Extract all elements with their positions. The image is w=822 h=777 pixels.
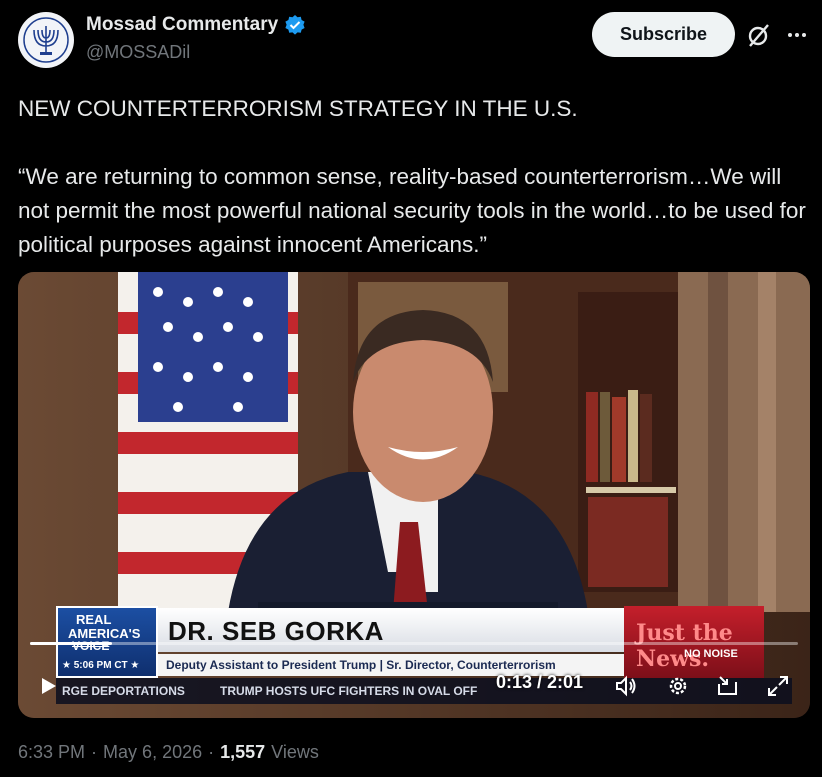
news-logo-title: Just the News. [636, 620, 733, 672]
tweet-date[interactable]: May 6, 2026 [103, 742, 202, 763]
meta-separator: · [91, 742, 98, 762]
menorah-seal-icon [19, 13, 73, 67]
video-player[interactable]: REAL AMERICA'S VOICE ★ 5:06 PM CT ★ DR. … [18, 272, 810, 718]
more-dots-icon[interactable] [786, 24, 808, 46]
tweet-headline: NEW COUNTERTERRORISM STRATEGY IN THE U.S… [18, 96, 578, 121]
play-icon[interactable] [38, 676, 58, 696]
meta-separator-2: · [208, 742, 215, 762]
minimize-icon[interactable] [716, 674, 740, 698]
video-time-readout: 0:13 / 2:01 [496, 672, 584, 692]
chyron-title: Deputy Assistant to President Trump | Sr… [166, 658, 556, 672]
fullscreen-icon[interactable] [766, 674, 790, 698]
author-handle[interactable]: @MOSSADil [86, 42, 190, 63]
tweet-quote: “We are returning to common sense, reali… [18, 164, 806, 257]
subscribe-button[interactable]: Subscribe [592, 12, 735, 57]
ticker-right: TRUMP HOSTS UFC FIGHTERS IN OVAL OFF [220, 684, 478, 698]
ticker-left: RGE DEPORTATIONS [62, 684, 185, 698]
video-progress-fill [30, 642, 113, 645]
volume-icon[interactable] [614, 674, 638, 698]
brand-line-1: REAL [76, 612, 112, 627]
grok-slash-icon[interactable] [746, 22, 772, 48]
verified-badge-icon [285, 15, 305, 35]
video-progress-bar[interactable] [30, 642, 798, 645]
tweet-time[interactable]: 6:33 PM [18, 742, 85, 763]
news-logo-tagline: NO NOISE [684, 648, 738, 660]
author-display-name[interactable]: Mossad Commentary [86, 14, 278, 36]
author-avatar[interactable] [18, 12, 74, 68]
views-label: Views [271, 742, 319, 762]
settings-gear-icon[interactable] [666, 674, 690, 698]
tweet-text: NEW COUNTERTERRORISM STRATEGY IN THE U.S… [18, 92, 808, 262]
chyron-name-bar: DR. SEB GORKA [158, 608, 624, 652]
tweet-meta: 6:33 PM · May 6, 2026 · 1,557 Views [18, 742, 319, 763]
views-count: 1,557 [220, 742, 266, 762]
chyron-time: ★ 5:06 PM CT ★ [62, 660, 140, 671]
